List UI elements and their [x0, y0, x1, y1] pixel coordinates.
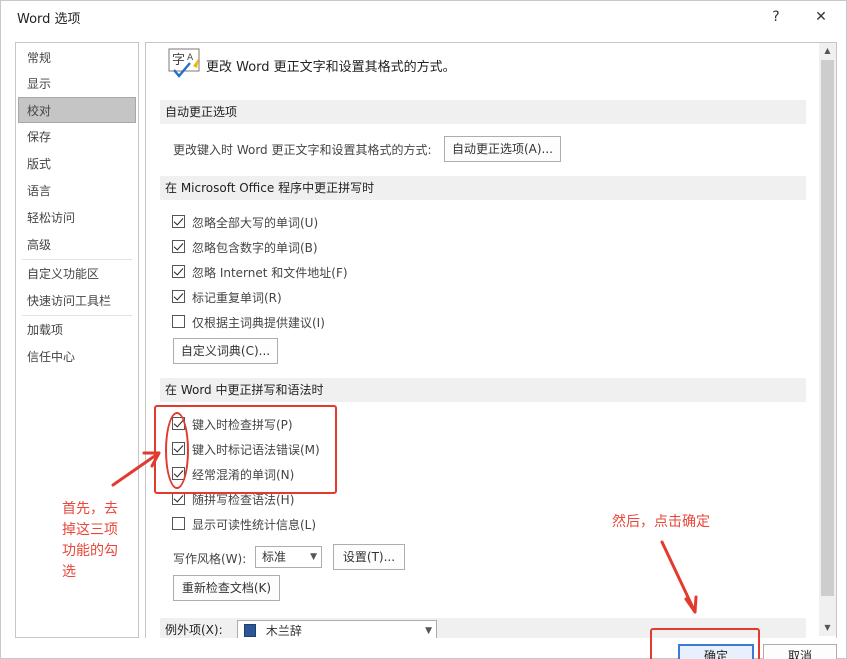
checkbox-ignore-uppercase[interactable] — [172, 215, 185, 228]
sidebar-item-display[interactable]: 显示 — [16, 71, 138, 97]
autocorrect-description: 更改键入时 Word 更正文字和设置其格式的方式: — [173, 143, 432, 157]
sidebar-divider — [22, 315, 132, 316]
sidebar-item-layout[interactable]: 版式 — [16, 151, 138, 177]
svg-text:字: 字 — [172, 53, 185, 68]
exceptions-value: 木兰辞 — [265, 624, 302, 638]
label-ignore-numbers: 忽略包含数字的单词(B) — [192, 241, 318, 255]
close-button[interactable]: ✕ — [806, 5, 836, 29]
annotation-note-left-line: 首先，去 — [62, 501, 118, 517]
sidebar-item-language[interactable]: 语言 — [16, 178, 138, 204]
label-flag-repeated: 标记重复单词(R) — [192, 291, 282, 305]
annotation-ok-box — [650, 628, 760, 659]
section-heading-word-spelling: 在 Word 中更正拼写和语法时 — [160, 378, 806, 402]
autocorrect-options-button[interactable]: 自动更正选项(A)... — [444, 136, 561, 162]
sidebar-item-advanced[interactable]: 高级 — [16, 232, 138, 258]
label-ignore-uppercase: 忽略全部大写的单词(U) — [192, 216, 319, 230]
section-heading-office-spelling: 在 Microsoft Office 程序中更正拼写时 — [160, 176, 806, 200]
checkbox-flag-repeated[interactable] — [172, 290, 185, 303]
chevron-down-icon: ▼ — [425, 626, 432, 636]
annotation-note-left-line: 功能的勾 — [62, 543, 118, 559]
svg-text:A: A — [187, 53, 194, 63]
scroll-up-icon[interactable]: ▲ — [819, 43, 836, 59]
content-scrollbar[interactable]: ▲ ▼ — [819, 43, 836, 636]
intro-text: 更改 Word 更正文字和设置其格式的方式。 — [206, 60, 456, 75]
sidebar-item-accessibility[interactable]: 轻松访问 — [16, 205, 138, 231]
label-readability-stats: 显示可读性统计信息(L) — [192, 518, 317, 532]
word-document-icon — [244, 624, 256, 637]
writing-style-select[interactable]: 标准 ▼ — [255, 546, 322, 568]
title-bar: Word 选项 ? ✕ — [1, 1, 846, 33]
sidebar-item-add-ins[interactable]: 加载项 — [16, 317, 138, 343]
sidebar-divider — [22, 259, 132, 260]
annotation-note-left: 首先，去 掉这三项 功能的勾 选 — [62, 499, 118, 583]
checkbox-readability-stats[interactable] — [172, 517, 185, 530]
proofing-content-panel: 字 A 更改 Word 更正文字和设置其格式的方式。 自动更正选项 更改键入时 … — [145, 42, 837, 638]
exceptions-label: 例外项(X): — [165, 623, 223, 637]
proofing-icon: 字 A — [168, 48, 200, 78]
checkbox-ignore-internet[interactable] — [172, 265, 185, 278]
help-button[interactable]: ? — [763, 5, 789, 29]
recheck-document-button[interactable]: 重新检查文档(K) — [173, 575, 280, 601]
annotation-note-left-line: 选 — [62, 564, 76, 580]
sidebar-item-general[interactable]: 常规 — [16, 45, 138, 71]
sidebar-item-quick-access-toolbar[interactable]: 快速访问工具栏 — [16, 288, 138, 314]
annotation-note-left-line: 掉这三项 — [62, 522, 118, 538]
label-main-dictionary-only: 仅根据主词典提供建议(I) — [192, 316, 325, 330]
sidebar-item-save[interactable]: 保存 — [16, 124, 138, 150]
scroll-down-icon[interactable]: ▼ — [819, 620, 836, 636]
dialog-title: Word 选项 — [17, 12, 81, 27]
cancel-button[interactable]: 取消 — [763, 644, 837, 659]
section-heading-office-spelling-text: 在 Microsoft Office 程序中更正拼写时 — [165, 181, 375, 195]
exceptions-document-select[interactable]: 木兰辞 ▼ — [237, 620, 437, 638]
word-options-dialog: Word 选项 ? ✕ 常规 显示 校对 保存 版式 语言 轻松访问 高级 自定… — [0, 0, 847, 659]
checkbox-main-dictionary-only[interactable] — [172, 315, 185, 328]
annotation-note-right: 然后，点击确定 — [612, 514, 710, 530]
annotation-checkbox-ellipse — [165, 412, 189, 489]
writing-settings-button[interactable]: 设置(T)... — [333, 544, 405, 570]
custom-dictionaries-button[interactable]: 自定义词典(C)... — [173, 338, 278, 364]
sidebar-item-customize-ribbon[interactable]: 自定义功能区 — [16, 261, 138, 287]
checkbox-ignore-numbers[interactable] — [172, 240, 185, 253]
sidebar-item-proofing[interactable]: 校对 — [18, 97, 136, 123]
scrollbar-thumb[interactable] — [821, 60, 834, 596]
writing-style-label: 写作风格(W): — [173, 552, 247, 566]
writing-style-value: 标准 — [262, 550, 287, 564]
sidebar-item-trust-center[interactable]: 信任中心 — [16, 344, 138, 370]
chevron-down-icon: ▼ — [310, 552, 317, 562]
label-ignore-internet: 忽略 Internet 和文件地址(F) — [192, 266, 348, 280]
section-heading-autocorrect: 自动更正选项 — [160, 100, 806, 124]
